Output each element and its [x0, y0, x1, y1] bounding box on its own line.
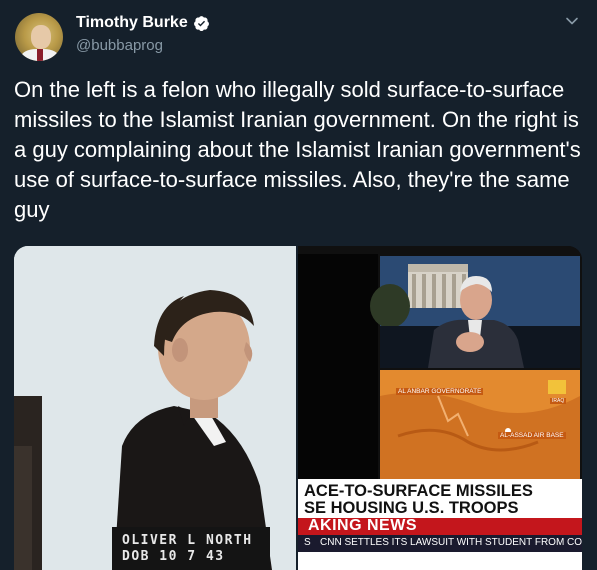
- chevron-down-icon[interactable]: [565, 14, 579, 28]
- headline-line-2: SE HOUSING U.S. TROOPS: [304, 499, 519, 517]
- crawl-text: CNN SETTLES ITS LAWSUIT WITH STUDENT FRO…: [320, 537, 582, 548]
- breaking-news-label: AKING NEWS: [308, 517, 417, 534]
- map-label-anbar: AL ANBAR GOVERNORATE: [396, 388, 484, 395]
- media-grid[interactable]: OLIVER L NORTH DOB 10 7 43 AL ANBAR GOVE…: [14, 246, 582, 570]
- avatar-face: [31, 25, 51, 49]
- name-row: Timothy Burke: [76, 14, 210, 32]
- crawl-prefix: S: [304, 537, 311, 548]
- map-label-iraq: IRAQ: [550, 398, 567, 404]
- map-label-base: AL-ASSAD AIR BASE: [498, 432, 566, 439]
- media-photo-left[interactable]: OLIVER L NORTH DOB 10 7 43: [14, 246, 296, 570]
- mugshot-illustration: [14, 246, 296, 570]
- verified-badge-icon: [193, 15, 209, 31]
- handle[interactable]: @bubbaprog: [76, 37, 163, 54]
- media-photo-right[interactable]: AL ANBAR GOVERNORATE AL-ASSAD AIR BASE I…: [298, 246, 582, 570]
- tweet-text: On the left is a felon who illegally sol…: [14, 77, 581, 222]
- avatar-tie: [37, 49, 43, 61]
- avatar[interactable]: [15, 13, 63, 61]
- mugshot-placard: OLIVER L NORTH DOB 10 7 43: [112, 527, 270, 570]
- display-name[interactable]: Timothy Burke: [76, 14, 188, 32]
